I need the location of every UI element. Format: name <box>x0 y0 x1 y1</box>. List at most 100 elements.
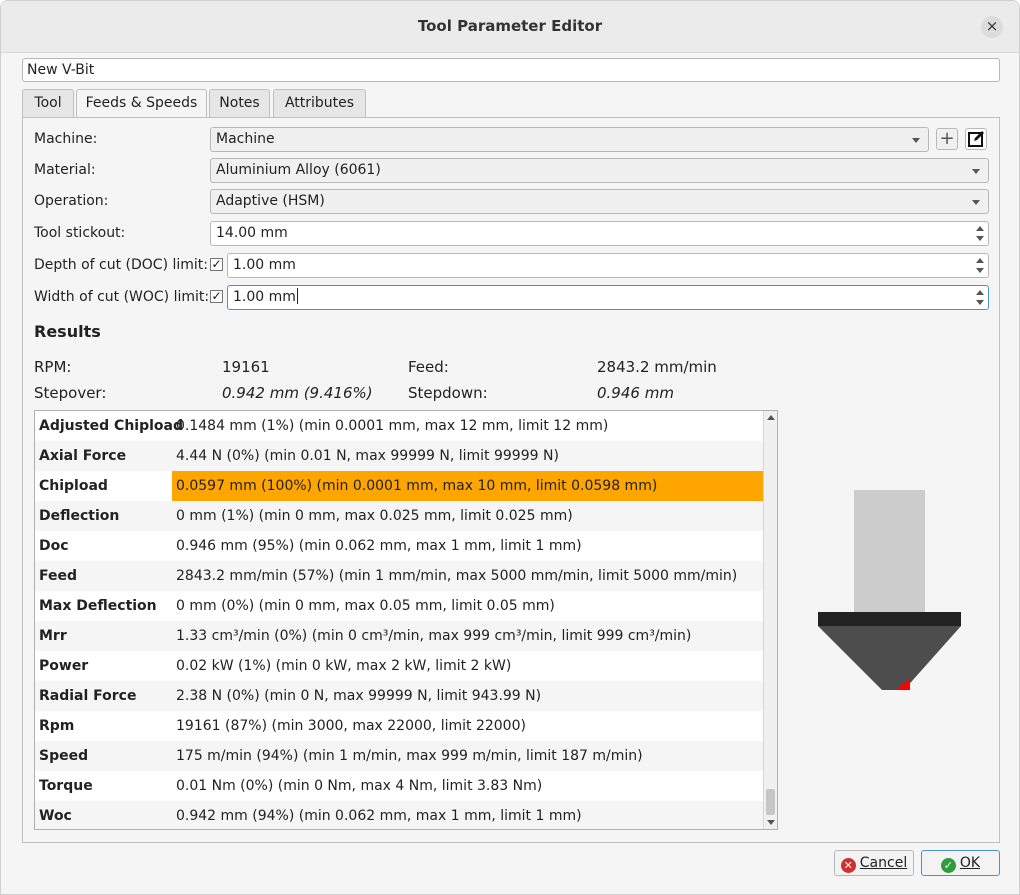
title-bar: Tool Parameter Editor × <box>1 1 1019 53</box>
tab-attributes[interactable]: Attributes <box>273 89 366 118</box>
tool-cutting-cone <box>818 626 961 690</box>
results-table[interactable]: Adjusted Chipload 0.1484 mm (1%) (min 0.0… <box>34 410 778 830</box>
table-cell-name: Feed <box>39 568 78 584</box>
stepdown-label: Stepdown: <box>408 384 488 402</box>
stickout-label: Tool stickout: <box>34 225 126 241</box>
table-cell-value: 0.1484 mm (1%) (min 0.0001 mm, max 12 mm… <box>176 418 609 434</box>
material-select-value: Aluminium Alloy (6061) <box>216 162 381 178</box>
table-cell-name: Speed <box>39 748 89 764</box>
material-select[interactable]: Aluminium Alloy (6061) <box>210 158 989 183</box>
cancel-button-label: Cancel <box>859 855 908 871</box>
table-cell-name: Woc <box>39 808 72 824</box>
table-row[interactable]: Axial Force 4.44 N (0%) (min 0.01 N, max … <box>35 441 763 471</box>
ok-button-label: OK <box>959 855 981 871</box>
stepover-label: Stepover: <box>34 384 107 402</box>
table-cell-value: 19161 (87%) (min 3000, max 22000, limit … <box>176 718 526 734</box>
spin-down-icon[interactable] <box>976 300 984 305</box>
woc-limit-label: Width of cut (WOC) limit: <box>34 289 210 305</box>
stickout-value: 14.00 mm <box>216 225 288 241</box>
doc-limit-checkbox[interactable]: ✓ <box>210 258 223 271</box>
cancel-icon: ✕ <box>840 858 856 873</box>
table-cell-value: 175 m/min (94%) (min 1 m/min, max 999 m/… <box>176 748 643 764</box>
spin-arrows[interactable] <box>974 288 986 307</box>
results-table-body: Adjusted Chipload 0.1484 mm (1%) (min 0.0… <box>35 411 763 829</box>
edit-icon <box>968 131 984 147</box>
doc-limit-spinbox[interactable]: 1.00 mm <box>227 253 989 278</box>
table-row[interactable]: Mrr 1.33 cm³/min (0%) (min 0 cm³/min, max… <box>35 621 763 651</box>
table-cell-value: 4.44 N (0%) (min 0.01 N, max 99999 N, li… <box>176 448 559 464</box>
tool-name-input[interactable]: New V-Bit <box>22 58 1000 82</box>
cancel-button[interactable]: ✕ Cancel <box>834 850 914 876</box>
rpm-value: 19161 <box>222 358 270 376</box>
table-cell-name: Mrr <box>39 628 67 644</box>
table-row[interactable]: Radial Force 2.38 N (0%) (min 0 N, max 99… <box>35 681 763 711</box>
spin-arrows[interactable] <box>974 256 986 275</box>
spin-down-icon[interactable] <box>976 236 984 241</box>
operation-select[interactable]: Adaptive (HSM) <box>210 189 989 214</box>
doc-limit-value: 1.00 mm <box>233 257 296 273</box>
spin-up-icon[interactable] <box>976 258 984 263</box>
tool-shank <box>854 490 925 612</box>
feeds-speeds-panel: Machine: Machine + Material: Aluminium A… <box>22 117 1000 843</box>
edit-machine-button[interactable] <box>965 128 987 150</box>
table-row[interactable]: Adjusted Chipload 0.1484 mm (1%) (min 0.0… <box>35 411 763 441</box>
results-heading: Results <box>34 322 101 341</box>
table-cell-value: 0.0597 mm (100%) (min 0.0001 mm, max 10 … <box>172 471 763 501</box>
tool-parameter-editor-window: Tool Parameter Editor × New V-Bit Tool F… <box>0 0 1020 895</box>
table-cell-name: Axial Force <box>39 448 127 464</box>
tab-notes[interactable]: Notes <box>209 89 270 118</box>
table-cell-name: Max Deflection <box>39 598 157 614</box>
v-bit-tool-drawing <box>818 490 961 690</box>
table-row[interactable]: Speed 175 m/min (94%) (min 1 m/min, max 9… <box>35 741 763 771</box>
table-row[interactable]: Torque 0.01 Nm (0%) (min 0 Nm, max 4 Nm, … <box>35 771 763 801</box>
scroll-thumb[interactable] <box>766 789 775 815</box>
spin-up-icon[interactable] <box>976 290 984 295</box>
table-row[interactable]: Deflection 0 mm (1%) (min 0 mm, max 0.025… <box>35 501 763 531</box>
table-row[interactable]: Chipload 0.0597 mm (100%) (min 0.0001 mm,… <box>35 471 763 501</box>
spin-arrows[interactable] <box>974 224 986 243</box>
table-row[interactable]: Power 0.02 kW (1%) (min 0 kW, max 2 kW, l… <box>35 651 763 681</box>
machine-select-value: Machine <box>216 131 275 147</box>
table-cell-name: Power <box>39 658 89 674</box>
operation-select-value: Adaptive (HSM) <box>216 193 325 209</box>
table-cell-name: Radial Force <box>39 688 137 704</box>
table-row[interactable]: Max Deflection 0 mm (0%) (min 0 mm, max 0… <box>35 591 763 621</box>
woc-limit-spinbox[interactable]: 1.00 mm <box>227 285 989 310</box>
results-table-scrollbar[interactable] <box>763 411 777 829</box>
table-cell-name: Deflection <box>39 508 120 524</box>
table-cell-value: 0.01 Nm (0%) (min 0 Nm, max 4 Nm, limit … <box>176 778 543 794</box>
woc-limit-checkbox[interactable]: ✓ <box>210 290 223 303</box>
chevron-down-icon <box>912 138 920 143</box>
table-cell-value: 0.02 kW (1%) (min 0 kW, max 2 kW, limit … <box>176 658 512 674</box>
scroll-up-icon[interactable] <box>767 415 775 420</box>
table-cell-value: 0 mm (1%) (min 0 mm, max 0.025 mm, limit… <box>176 508 573 524</box>
material-label: Material: <box>34 162 96 178</box>
stickout-spinbox[interactable]: 14.00 mm <box>210 221 989 246</box>
window-title: Tool Parameter Editor <box>417 17 603 35</box>
table-cell-value: 2843.2 mm/min (57%) (min 1 mm/min, max 5… <box>176 568 738 584</box>
table-cell-value: 0 mm (0%) (min 0 mm, max 0.05 mm, limit … <box>176 598 555 614</box>
table-cell-value: 1.33 cm³/min (0%) (min 0 cm³/min, max 99… <box>176 628 692 644</box>
table-cell-name: Doc <box>39 538 69 554</box>
tool-collar <box>818 612 961 626</box>
table-row[interactable]: Feed 2843.2 mm/min (57%) (min 1 mm/min, m… <box>35 561 763 591</box>
table-row[interactable]: Doc 0.946 mm (95%) (min 0.062 mm, max 1 m… <box>35 531 763 561</box>
tab-tool[interactable]: Tool <box>22 89 74 118</box>
ok-icon: ✓ <box>940 858 956 873</box>
table-row[interactable]: Woc 0.942 mm (94%) (min 0.062 mm, max 1 m… <box>35 801 763 829</box>
plus-icon: + <box>939 128 955 149</box>
machine-select[interactable]: Machine <box>210 127 929 152</box>
table-row[interactable]: Rpm 19161 (87%) (min 3000, max 22000, lim… <box>35 711 763 741</box>
feed-label: Feed: <box>408 358 449 376</box>
spin-up-icon[interactable] <box>976 226 984 231</box>
add-machine-button[interactable]: + <box>936 128 958 150</box>
feed-value: 2843.2 mm/min <box>597 358 717 376</box>
table-cell-value: 0.942 mm (94%) (min 0.062 mm, max 1 mm, … <box>176 808 582 824</box>
scroll-down-icon[interactable] <box>767 820 775 825</box>
close-icon[interactable]: × <box>981 16 1003 38</box>
ok-button[interactable]: ✓ OK <box>921 850 1000 876</box>
table-cell-name: Adjusted Chipload <box>39 418 183 434</box>
tab-feeds-speeds[interactable]: Feeds & Speeds <box>76 89 207 119</box>
rpm-label: RPM: <box>34 358 72 376</box>
spin-down-icon[interactable] <box>976 268 984 273</box>
